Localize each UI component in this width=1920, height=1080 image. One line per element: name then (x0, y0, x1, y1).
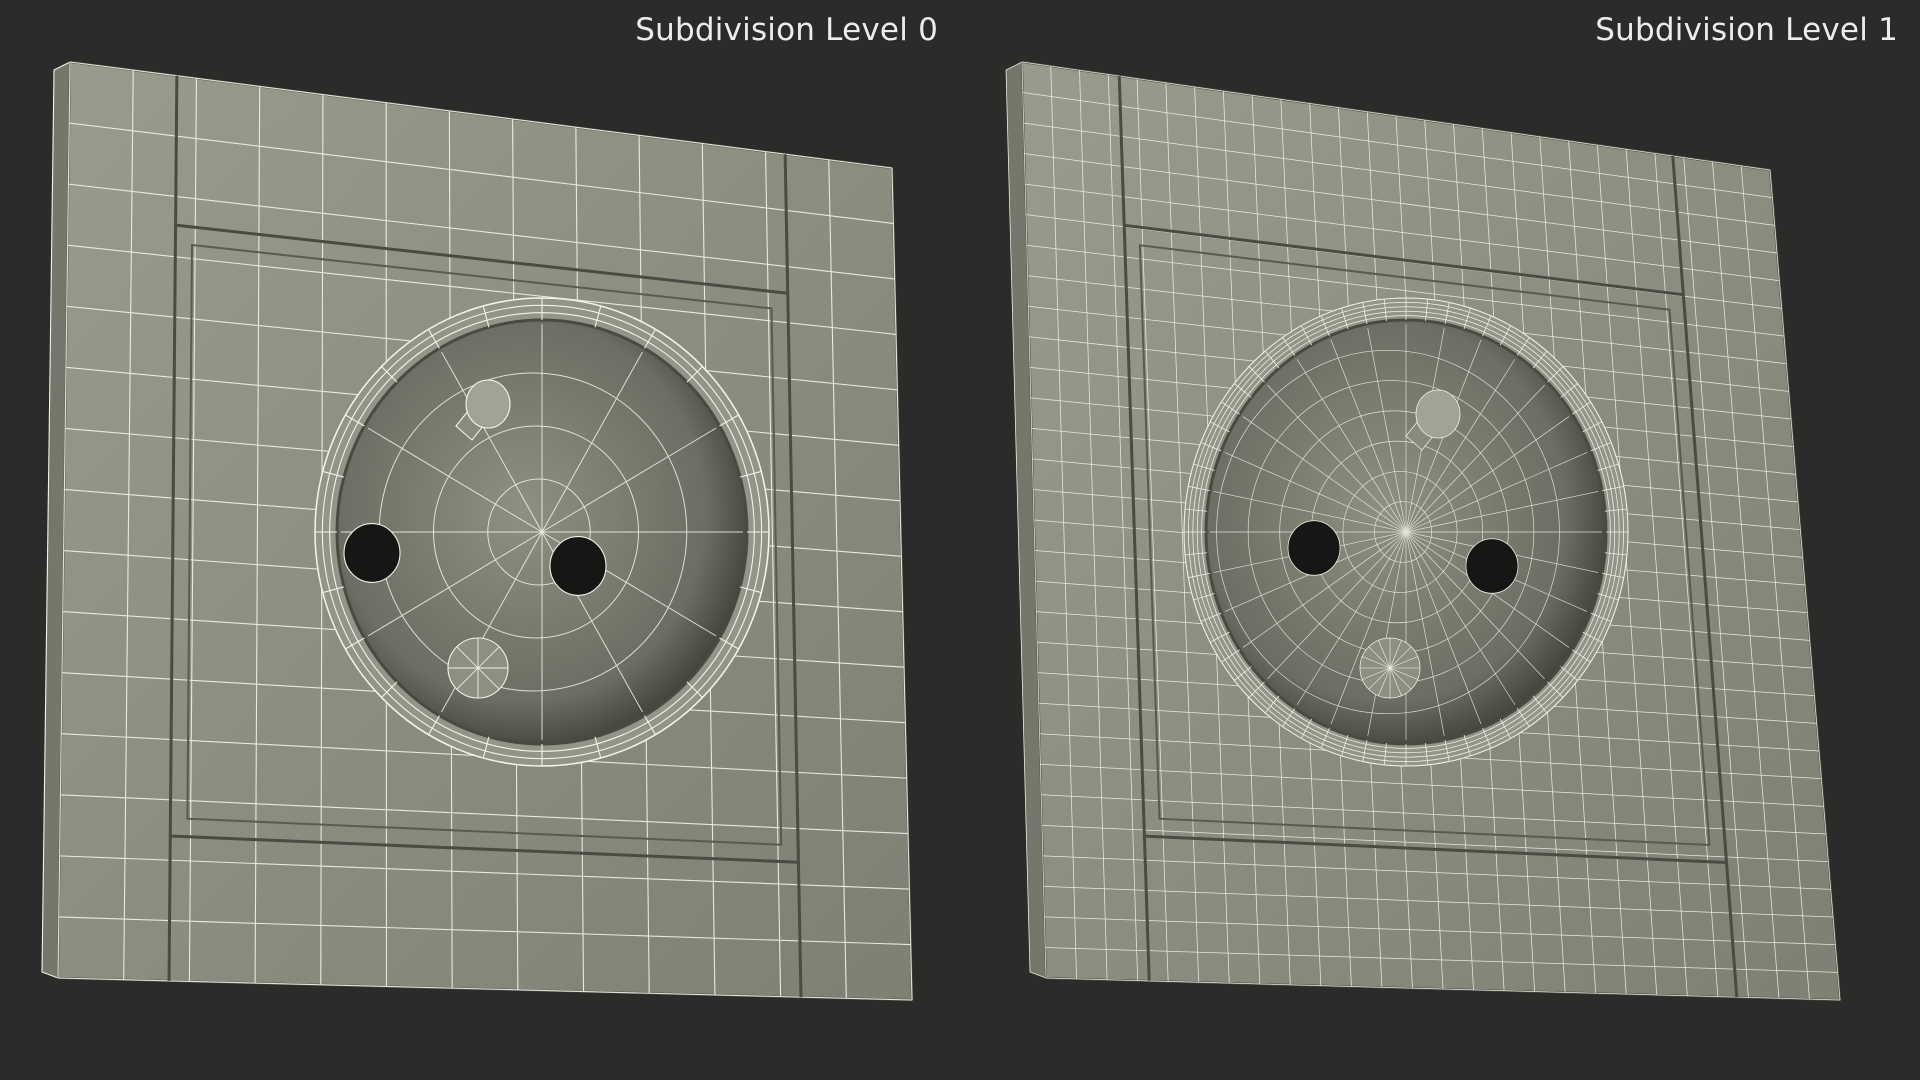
pin-hole (549, 536, 607, 596)
panel-caption: Subdivision Level 0 (635, 12, 938, 48)
screw-wireframe (1360, 638, 1420, 698)
panel-caption: Subdivision Level 1 (1595, 12, 1898, 48)
pin-hole (343, 523, 401, 583)
earth-pin-tip (1415, 389, 1461, 439)
socket-cup (1183, 297, 1629, 767)
socket-wireframe-render-level-0 (41, 60, 914, 1002)
pin-hole (1287, 520, 1341, 576)
earth-pin-tip (465, 379, 511, 429)
screw-wireframe (448, 638, 508, 698)
socket-wireframe-render-level-1 (1005, 60, 1842, 1002)
pin-hole (1465, 538, 1519, 594)
socket-cup (314, 297, 770, 767)
render-comparison: Subdivision Level 0 Subdivision Level 1 (0, 0, 1920, 1080)
panel-subdivision-level-0: Subdivision Level 0 (0, 0, 960, 1080)
panel-subdivision-level-1: Subdivision Level 1 (960, 0, 1920, 1080)
